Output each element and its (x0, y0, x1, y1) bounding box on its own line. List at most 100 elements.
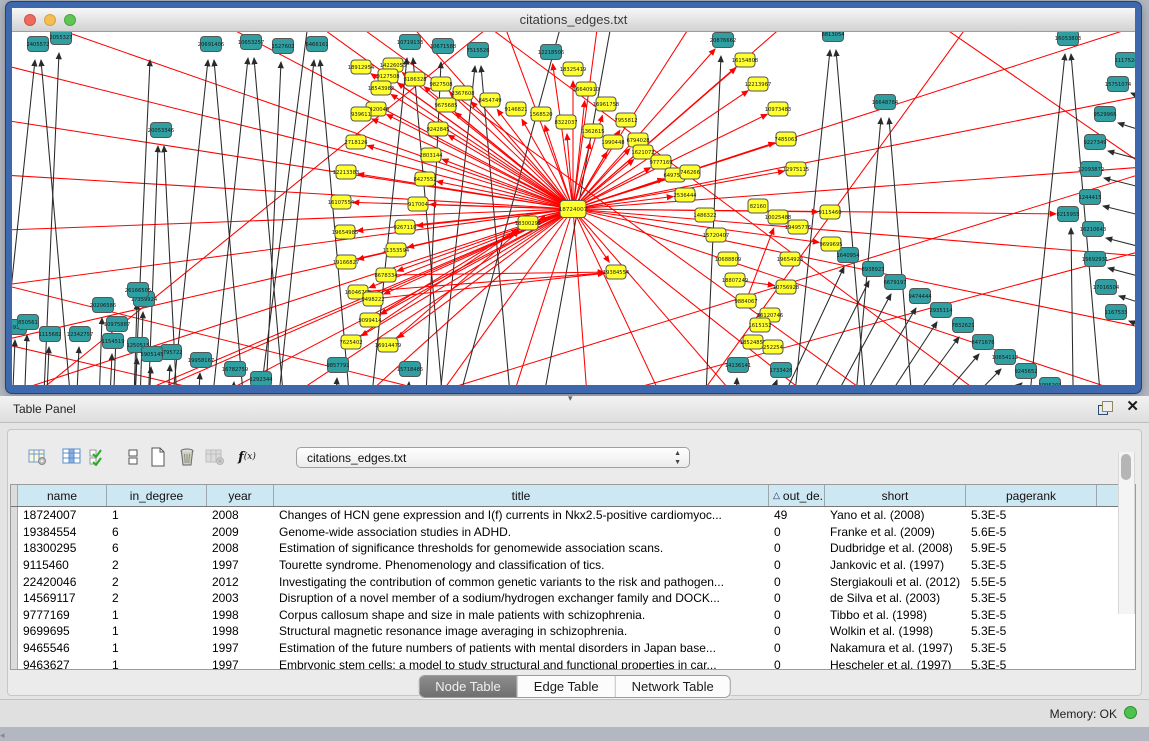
graph-node[interactable]: 1154519 (101, 334, 124, 349)
table-settings-button[interactable] (26, 445, 50, 469)
table-row[interactable]: 911546021997Tourette syndrome. Phenomeno… (11, 557, 1135, 574)
graph-node[interactable]: 12213383 (333, 165, 359, 179)
cell-name[interactable]: 18300295 (18, 540, 107, 557)
cell-title[interactable]: Investigating the contribution of common… (274, 573, 769, 590)
graph-node[interactable]: 9146821 (504, 102, 527, 116)
graph-node[interactable]: 1527602 (271, 39, 294, 54)
cell-year[interactable]: 1997 (207, 557, 274, 574)
cell-out_degree[interactable]: 0 (769, 540, 825, 557)
graph-node[interactable]: 19958167 (188, 353, 214, 368)
cell-short[interactable]: Franke et al. (2009) (825, 524, 966, 541)
graph-node[interactable]: 9267110 (393, 220, 416, 234)
cell-in_degree[interactable]: 1 (107, 656, 207, 670)
cell-title[interactable]: Corpus callosum shape and size in male p… (274, 607, 769, 624)
close-panel-icon[interactable]: ✕ (1126, 400, 1139, 414)
graph-node[interactable]: 15751074 (1105, 77, 1132, 92)
graph-node[interactable]: 8186328 (403, 72, 426, 86)
graph-node[interactable]: 19495776 (785, 220, 811, 234)
graph-node[interactable]: 5905145 (140, 347, 163, 362)
graph-node[interactable]: 16961758 (593, 97, 619, 111)
graph-node[interactable]: 9099414 (358, 313, 382, 327)
graph-node[interactable]: 12218506 (538, 45, 564, 60)
cell-in_degree[interactable]: 6 (107, 524, 207, 541)
function-builder-button[interactable]: f(x) (235, 445, 259, 469)
column-header-in_degree[interactable]: in_degree (107, 485, 207, 506)
cell-in_degree[interactable]: 1 (107, 607, 207, 624)
graph-node[interactable]: 9498222 (361, 292, 384, 306)
cell-year[interactable]: 2008 (207, 540, 274, 557)
graph-node[interactable]: 9474444 (908, 289, 932, 304)
graph-node[interactable]: 9884067 (734, 294, 757, 308)
graph-node[interactable]: 1568520 (529, 107, 552, 121)
graph-node[interactable]: 12093872 (1078, 162, 1104, 177)
rows-button[interactable] (121, 445, 145, 469)
graph-node[interactable]: 8454749 (478, 93, 501, 107)
graph-node[interactable]: 20206586 (90, 298, 116, 313)
network-window-titlebar[interactable]: citations_edges.txt (12, 8, 1135, 32)
column-header-name[interactable]: name (18, 485, 107, 506)
cell-in_degree[interactable]: 1 (107, 507, 207, 524)
graph-node[interactable]: 10688809 (715, 252, 741, 266)
cell-short[interactable]: Stergiakouli et al. (2012) (825, 573, 966, 590)
graph-node[interactable]: 7832621 (951, 318, 974, 333)
graph-node[interactable]: 16782759 (222, 362, 248, 377)
graph-node[interactable]: 9857791 (326, 358, 349, 373)
graph-node[interactable]: 2055327 (49, 32, 72, 45)
table-panel-header[interactable]: ▾ Table Panel ✕ (0, 396, 1149, 423)
cell-year[interactable]: 2003 (207, 590, 274, 607)
cell-name[interactable]: 18724007 (18, 507, 107, 524)
cell-year[interactable]: 1998 (207, 607, 274, 624)
graph-node[interactable]: 10756928 (773, 280, 799, 294)
sidebar-collapse-icon[interactable]: ◂ (0, 730, 5, 741)
cell-year[interactable]: 2012 (207, 573, 274, 590)
graph-node[interactable]: 850561 (18, 315, 39, 330)
column-header-out_degree[interactable]: △out_de... (769, 485, 825, 506)
cell-out_degree[interactable]: 0 (769, 524, 825, 541)
new-file-button[interactable] (146, 445, 170, 469)
graph-node[interactable]: 7485063 (774, 132, 797, 146)
cell-in_degree[interactable]: 2 (107, 590, 207, 607)
graph-node[interactable]: 10975887 (104, 317, 130, 332)
cell-short[interactable]: Yano et al. (2008) (825, 507, 966, 524)
graph-node[interactable]: 9827508 (429, 77, 452, 91)
cell-out_degree[interactable]: 0 (769, 640, 825, 657)
graph-node[interactable]: 16053803 (1055, 32, 1081, 46)
cell-in_degree[interactable]: 1 (107, 623, 207, 640)
graph-node[interactable]: 1733426 (769, 363, 792, 378)
column-chooser-button[interactable] (60, 445, 84, 469)
graph-node[interactable]: 12213967 (745, 77, 771, 91)
cell-out_degree[interactable]: 0 (769, 623, 825, 640)
column-header-pagerank[interactable]: pagerank (966, 485, 1097, 506)
graph-node[interactable]: 1292344 (249, 372, 273, 386)
cell-name[interactable]: 9777169 (18, 607, 107, 624)
cell-in_degree[interactable]: 6 (107, 540, 207, 557)
cell-short[interactable]: Jankovic et al. (1997) (825, 557, 966, 574)
graph-node[interactable]: 746266 (680, 165, 700, 179)
table-row[interactable]: 946362711997Embryonic stem cells: a mode… (11, 656, 1135, 670)
cell-title[interactable]: Estimation of the future numbers of pati… (274, 640, 769, 657)
graph-node[interactable]: 16648784 (872, 95, 899, 110)
graph-node[interactable]: 8938923 (861, 262, 884, 277)
graph-node[interactable]: 2367608 (451, 86, 474, 100)
cell-short[interactable]: Hescheler et al. (1997) (825, 656, 966, 670)
graph-node[interactable]: 2803144 (419, 148, 443, 162)
cell-year[interactable]: 1998 (207, 623, 274, 640)
table-header-row[interactable]: namein_degreeyeartitle△out_de...shortpag… (11, 485, 1135, 507)
row-select-button[interactable] (86, 445, 110, 469)
graph-node[interactable]: 18543982 (368, 81, 394, 95)
network-window[interactable]: citations_edges.txt 24055722055327206914… (6, 2, 1141, 393)
graph-node[interactable]: 18807249 (722, 273, 748, 287)
table-body[interactable]: 1872400712008Changes of HCN gene express… (11, 507, 1135, 670)
cell-pagerank[interactable]: 5.3E-5 (966, 656, 1097, 670)
cell-title[interactable]: Genome-wide association studies in ADHD. (274, 524, 769, 541)
column-header-year[interactable]: year (207, 485, 274, 506)
graph-node[interactable]: 10653257 (238, 35, 264, 50)
graph-node[interactable]: 18912954 (348, 60, 375, 74)
splitter-handle-icon[interactable]: ▾ (568, 393, 573, 404)
graph-node[interactable]: 8322037 (554, 115, 577, 129)
column-header-title[interactable]: title (274, 485, 769, 506)
graph-node[interactable]: 16154808 (732, 53, 758, 67)
cell-pagerank[interactable]: 5.3E-5 (966, 507, 1097, 524)
table-scrollbar[interactable] (1118, 452, 1135, 614)
cell-pagerank[interactable]: 5.6E-5 (966, 524, 1097, 541)
